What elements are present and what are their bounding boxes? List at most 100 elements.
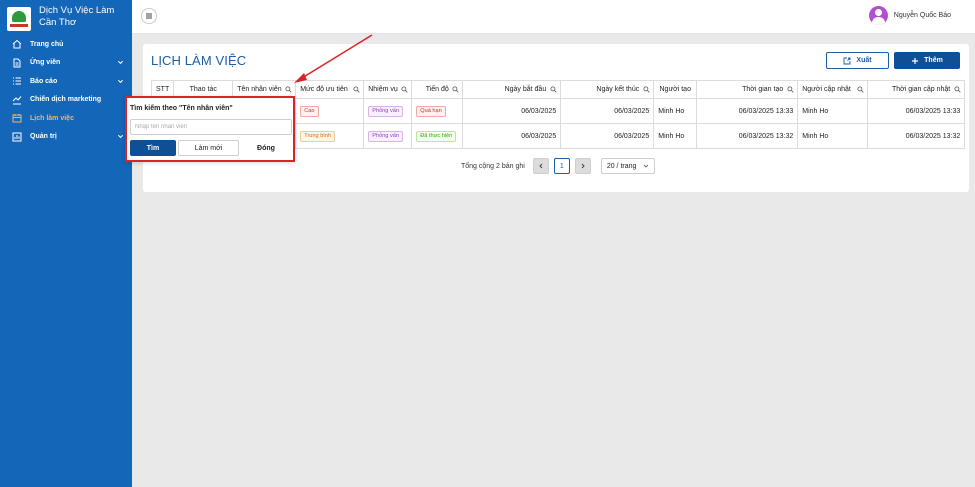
column-header-updater[interactable]: Người cập nhật bbox=[797, 80, 869, 99]
cell-task: Phỏng vấn bbox=[363, 123, 413, 149]
column-header-label: Ngày kết thúc bbox=[596, 86, 640, 93]
task-badge: Phỏng vấn bbox=[368, 105, 403, 117]
sidebar-item-schedule[interactable]: Lịch làm việc bbox=[0, 109, 132, 128]
home-icon bbox=[11, 39, 22, 50]
chevron-down-icon bbox=[116, 59, 124, 67]
add-button-label: Thêm bbox=[924, 57, 943, 64]
column-header-label: Người cập nhật bbox=[802, 86, 851, 93]
plus-icon bbox=[912, 57, 919, 64]
top-header: Nguyễn Quốc Bảo bbox=[132, 0, 975, 34]
chevron-down-icon bbox=[116, 133, 124, 141]
search-icon[interactable] bbox=[643, 86, 650, 93]
sidebar-item-label: Chiến dịch marketing bbox=[30, 96, 102, 104]
sidebar-item-admin[interactable]: Quản trị bbox=[0, 128, 132, 147]
close-button[interactable]: Đóng bbox=[241, 140, 291, 156]
page-size-select[interactable]: 20 / trang bbox=[600, 158, 655, 174]
column-header-start-date[interactable]: Ngày bắt đầu bbox=[462, 80, 562, 99]
progress-badge: Quá hạn bbox=[416, 105, 446, 117]
cell-start-date: 06/03/2025 bbox=[462, 123, 562, 149]
search-button[interactable]: Tìm bbox=[130, 140, 176, 156]
export-button[interactable]: Xuất bbox=[826, 52, 889, 69]
sidebar: Dịch Vụ Việc Làm Cần Thơ Trang chủ Ứng v… bbox=[0, 0, 132, 487]
page-size-value: 20 / trang bbox=[606, 162, 637, 170]
cell-updated-at: 06/03/2025 13:33 bbox=[867, 98, 966, 124]
search-icon[interactable] bbox=[285, 86, 292, 93]
cell-priority: Cao bbox=[295, 98, 365, 124]
cell-end-date: 06/03/2025 bbox=[560, 98, 655, 124]
cell-created-at: 06/03/2025 13:33 bbox=[696, 98, 799, 124]
user-name: Nguyễn Quốc Bảo bbox=[893, 12, 951, 19]
cell-progress: Quá hạn bbox=[411, 98, 464, 124]
file-icon bbox=[11, 57, 22, 68]
cell-created-at: 06/03/2025 13:32 bbox=[696, 123, 799, 149]
column-header-creator: Người tạo bbox=[653, 80, 698, 99]
chevron-down-icon bbox=[116, 77, 124, 85]
column-header-label: Ngày bắt đầu bbox=[504, 86, 547, 93]
chart-icon bbox=[11, 94, 22, 105]
sidebar-item-label: Báo cáo bbox=[30, 77, 58, 85]
priority-badge: Cao bbox=[300, 105, 319, 117]
employee-search-input[interactable] bbox=[130, 119, 292, 135]
search-icon[interactable] bbox=[954, 86, 961, 93]
calendar-icon bbox=[11, 113, 22, 124]
next-page-button[interactable] bbox=[574, 158, 591, 174]
export-button-label: Xuất bbox=[856, 57, 872, 64]
chevron-left-icon bbox=[539, 163, 543, 169]
progress-badge: Đã thực hiện bbox=[416, 130, 457, 142]
column-header-label: Nhiệm vụ bbox=[368, 86, 398, 93]
column-header-progress[interactable]: Tiến độ bbox=[411, 80, 464, 99]
sidebar-item-label: Trang chủ bbox=[30, 40, 64, 48]
search-icon[interactable] bbox=[353, 86, 360, 93]
search-icon[interactable] bbox=[452, 86, 459, 93]
user-menu[interactable]: Nguyễn Quốc Bảo bbox=[868, 6, 951, 25]
export-icon bbox=[843, 57, 851, 64]
column-header-end-date[interactable]: Ngày kết thúc bbox=[560, 80, 655, 99]
brand: Dịch Vụ Việc Làm Cần Thơ bbox=[0, 0, 132, 34]
cell-progress: Đã thực hiện bbox=[411, 123, 464, 149]
task-badge: Phỏng vấn bbox=[368, 130, 403, 142]
priority-badge: Trung bình bbox=[300, 130, 336, 142]
column-header-task[interactable]: Nhiệm vụ bbox=[363, 80, 413, 99]
chevron-down-icon bbox=[643, 164, 649, 168]
menu-icon bbox=[146, 13, 152, 19]
sidebar-item-candidates[interactable]: Ứng viên bbox=[0, 54, 132, 73]
cell-updater: Minh Ho bbox=[797, 98, 869, 124]
pagination: Tổng cộng 2 bản ghi 1 20 / trang bbox=[461, 158, 655, 174]
column-search-popup: Tìm kiếm theo "Tên nhân viên" Tìm Làm mớ… bbox=[125, 96, 295, 162]
sidebar-nav: Trang chủ Ứng viên Báo cáo Chiến dịch ma… bbox=[0, 35, 132, 146]
chevron-right-icon bbox=[581, 163, 585, 169]
cell-updated-at: 06/03/2025 13:32 bbox=[867, 123, 966, 149]
column-header-created-at[interactable]: Thời gian tạo bbox=[696, 80, 799, 99]
pagination-total: Tổng cộng 2 bản ghi bbox=[461, 162, 525, 170]
column-header-label: Tên nhân viên bbox=[237, 86, 282, 93]
cell-updater: Minh Ho bbox=[797, 123, 869, 149]
popup-title: Tìm kiếm theo "Tên nhân viên" bbox=[130, 105, 233, 112]
search-icon[interactable] bbox=[787, 86, 794, 93]
reset-button[interactable]: Làm mới bbox=[178, 140, 239, 156]
brand-title: Dịch Vụ Việc Làm Cần Thơ bbox=[39, 5, 115, 28]
column-header-priority[interactable]: Mức độ ưu tiên bbox=[295, 80, 365, 99]
column-header-label: Thời gian tạo bbox=[742, 86, 784, 93]
cell-end-date: 06/03/2025 bbox=[560, 123, 655, 149]
column-header-label: Mức độ ưu tiên bbox=[300, 86, 348, 93]
avatar bbox=[868, 6, 888, 25]
cell-task: Phỏng vấn bbox=[363, 98, 413, 124]
column-header-label: Tiến độ bbox=[425, 86, 449, 93]
menu-toggle-button[interactable] bbox=[141, 8, 157, 24]
page-title: LỊCH LÀM VIỆC bbox=[151, 53, 247, 68]
search-icon[interactable] bbox=[857, 86, 864, 93]
prev-page-button[interactable] bbox=[532, 158, 549, 174]
cell-creator: Minh Ho bbox=[653, 123, 698, 149]
sidebar-item-label: Ứng viên bbox=[30, 59, 61, 67]
sidebar-item-home[interactable]: Trang chủ bbox=[0, 35, 132, 54]
list-icon bbox=[11, 76, 22, 87]
sidebar-item-reports[interactable]: Báo cáo bbox=[0, 72, 132, 91]
add-button[interactable]: Thêm bbox=[894, 52, 960, 69]
sidebar-item-marketing[interactable]: Chiến dịch marketing bbox=[0, 91, 132, 110]
search-icon[interactable] bbox=[550, 86, 557, 93]
column-header-updated-at[interactable]: Thời gian cập nhật bbox=[867, 80, 966, 99]
cell-start-date: 06/03/2025 bbox=[462, 98, 562, 124]
search-icon[interactable] bbox=[401, 86, 408, 93]
cell-creator: Minh Ho bbox=[653, 98, 698, 124]
page-number-button[interactable]: 1 bbox=[553, 158, 570, 174]
